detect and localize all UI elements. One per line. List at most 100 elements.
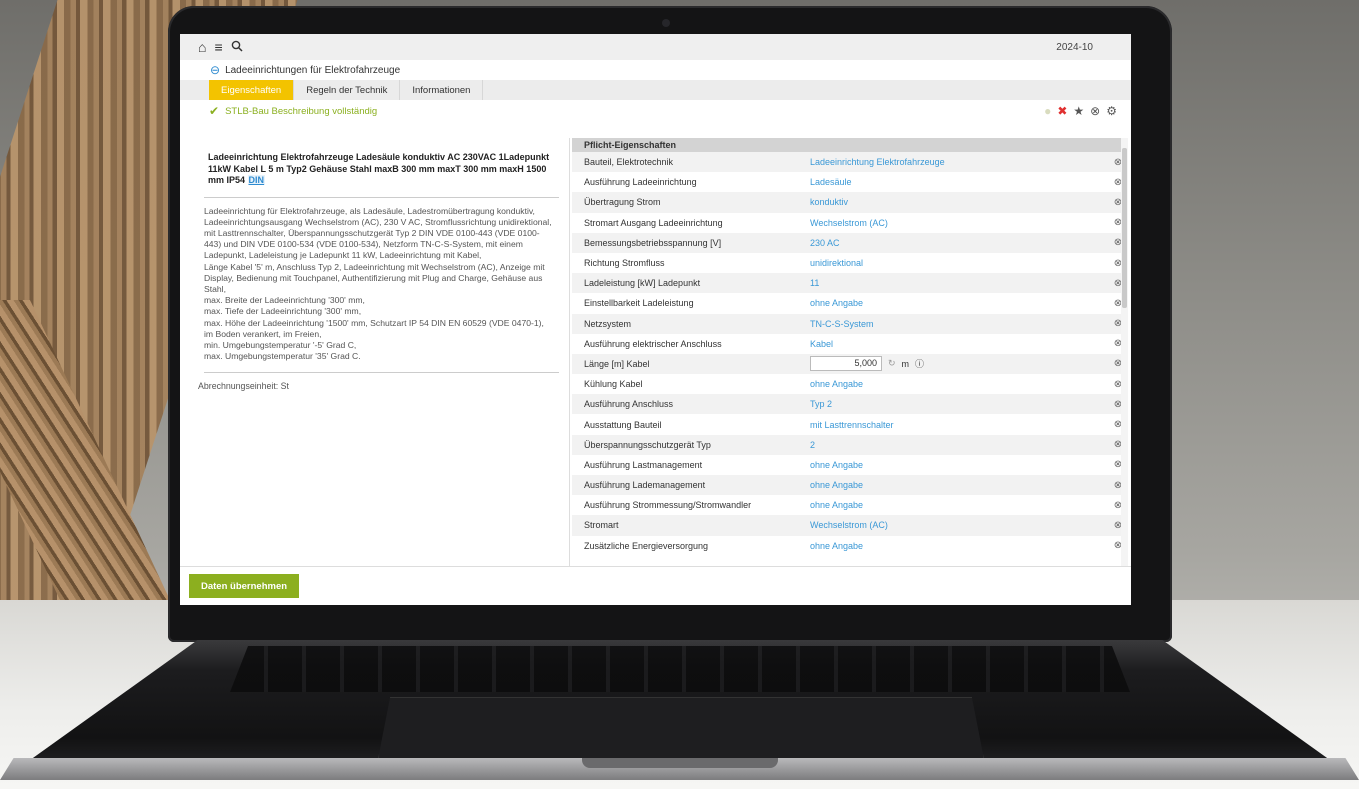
property-value-link[interactable]: ohne Angabe (810, 298, 1108, 308)
info-icon[interactable]: ⓘ (915, 357, 924, 370)
scrollbar-thumb[interactable] (1122, 148, 1127, 308)
toolbar: ● ✖ ★ ⊗ ⚙ (1044, 104, 1117, 118)
save-button[interactable]: Daten übernehmen (189, 574, 300, 598)
property-label: Bemessungsbetriebsspannung [V] (584, 237, 722, 248)
properties-pane: Pflicht-Eigenschaften Bauteil, Elektrote… (570, 138, 1131, 566)
confirm-icon[interactable]: ● (1044, 104, 1051, 118)
property-value-link[interactable]: Wechselstrom (AC) (810, 218, 1108, 228)
breadcrumb: ⊖ Ladeeinrichtungen für Elektrofahrzeuge (180, 60, 1131, 80)
property-label: Ausführung elektrischer Anschluss (584, 338, 722, 349)
properties-list: Bauteil, Elektrotechnik Ladeeinrichtung E… (572, 152, 1131, 556)
property-row[interactable]: Ausstattung Bauteil mit Lasttrennschalter… (572, 414, 1128, 434)
property-row[interactable]: Länge [m] Kabel 5,000 ↻ m ⓘ ⊗ (572, 353, 1128, 375)
main-content: Ladeeinrichtung Elektrofahrzeuge Ladesäu… (180, 138, 1131, 566)
settings-icon[interactable]: ⚙ (1106, 104, 1117, 118)
property-row[interactable]: Ausführung Strommessung/Stromwandler ohne… (572, 495, 1128, 515)
divider (204, 196, 559, 198)
app-screen: ⌂ ≡ 2024-10 ⊖ Ladeeinrichtungen für Elek… (180, 34, 1131, 605)
favorite-icon[interactable]: ★ (1073, 104, 1084, 118)
home-icon[interactable]: ⌂ (198, 39, 206, 55)
unit-label: m (901, 358, 910, 369)
back-arrow-icon[interactable]: ⊖ (210, 63, 220, 77)
property-row[interactable]: Kühlung Kabel ohne Angabe ⊗ (572, 374, 1128, 394)
menu-icon[interactable]: ≡ (214, 39, 222, 55)
property-row[interactable]: Richtung Stromfluss unidirektional ⊗ (572, 253, 1128, 273)
number-field[interactable]: 5,000 ↻ m ⓘ (810, 356, 924, 372)
property-value-link[interactable]: Kabel (810, 339, 1108, 349)
property-value-link[interactable]: ohne Angabe (810, 541, 1108, 551)
property-label: Ausstattung Bauteil (584, 419, 662, 430)
property-value-link[interactable]: Ladesäule (810, 177, 1108, 187)
property-row[interactable]: Übertragung Strom konduktiv ⊗ (572, 192, 1128, 213)
property-label: Ausführung Anschluss (584, 399, 674, 410)
footer: Daten übernehmen (180, 566, 1131, 605)
property-value-link[interactable]: ohne Angabe (810, 500, 1108, 510)
property-value-input[interactable]: 5,000 ↻ m ⓘ (810, 356, 1108, 372)
laptop-keyboard (230, 646, 1130, 692)
property-value-link[interactable]: mit Lasttrennschalter (810, 420, 1108, 430)
tab-regeln-der-technik[interactable]: Regeln der Technik (294, 80, 401, 100)
properties-header: Pflicht-Eigenschaften (572, 138, 1128, 152)
property-label: Übertragung Strom (584, 197, 661, 208)
billing-unit: Abrechnungseinheit: St (198, 381, 289, 392)
property-value-link[interactable]: ohne Angabe (810, 460, 1108, 470)
close-circle-icon[interactable]: ⊗ (1090, 104, 1100, 118)
property-row[interactable]: Ausführung elektrischer Anschluss Kabel ⊗ (572, 334, 1128, 354)
property-row[interactable]: Bemessungsbetriebsspannung [V] 230 AC ⊗ (572, 232, 1128, 253)
tab-informationen[interactable]: Informationen (400, 80, 484, 100)
property-row[interactable]: Überspannungsschutzgerät Typ 2 ⊗ (572, 434, 1128, 455)
property-value-link[interactable]: 11 (810, 278, 1108, 288)
property-row[interactable]: Einstellbarkeit Ladeleistung ohne Angabe ⊗ (572, 293, 1128, 313)
property-value-link[interactable]: ohne Angabe (810, 480, 1108, 490)
tab-bar: Eigenschaften Regeln der Technik Informa… (180, 80, 1131, 100)
property-value-link[interactable]: Ladeeinrichtung Elektrofahrzeuge (810, 157, 1108, 167)
property-value-link[interactable]: unidirektional (810, 258, 1108, 268)
reset-icon[interactable]: ↻ (888, 358, 896, 369)
property-label: Stromart (584, 520, 619, 531)
breadcrumb-label[interactable]: Ladeeinrichtungen für Elektrofahrzeuge (225, 65, 400, 76)
property-row[interactable]: Ausführung Ladeeinrichtung Ladesäule ⊗ (572, 172, 1128, 192)
property-row[interactable]: Ladeleistung [kW] Ladepunkt 11 ⊗ (572, 273, 1128, 294)
property-value-link[interactable]: Wechselstrom (AC) (810, 520, 1108, 530)
property-row[interactable]: Ausführung Lastmanagement ohne Angabe ⊗ (572, 455, 1128, 475)
delete-icon[interactable]: ✖ (1057, 104, 1067, 118)
property-value-link[interactable]: ohne Angabe (810, 379, 1108, 389)
top-bar: ⌂ ≡ 2024-10 (180, 34, 1131, 60)
property-label: Kühlung Kabel (584, 379, 643, 390)
status-row: ✔ STLB-Bau Beschreibung vollständig ● ✖ … (180, 100, 1131, 122)
din-badge[interactable]: DIN (247, 175, 266, 185)
property-label: Ausführung Lademanagement (584, 480, 706, 491)
property-row[interactable]: Ausführung Anschluss Typ 2 ⊗ (572, 394, 1128, 415)
property-value-link[interactable]: TN-C-S-System (810, 319, 1108, 329)
divider (204, 372, 559, 374)
properties-scrollbar[interactable] (1121, 138, 1128, 566)
long-text: Ladeeinrichtung für Elektrofahrzeuge, al… (204, 205, 552, 362)
property-value-link[interactable]: 230 AC (810, 238, 1108, 248)
property-value-link[interactable]: Typ 2 (810, 399, 1108, 409)
property-label: Bauteil, Elektrotechnik (584, 157, 674, 168)
property-row[interactable]: Zusätzliche Energieversorgung ohne Angabe… (572, 536, 1128, 556)
laptop-trackpad (378, 697, 984, 759)
property-label: Einstellbarkeit Ladeleistung (584, 298, 694, 309)
laptop-notch (582, 758, 778, 768)
property-value-link[interactable]: 2 (810, 440, 1108, 450)
property-label: Netzsystem (584, 318, 632, 329)
length-input[interactable]: 5,000 (810, 356, 882, 372)
tab-eigenschaften[interactable]: Eigenschaften (209, 80, 295, 100)
property-row[interactable]: Stromart Ausgang Ladeeinrichtung Wechsels… (572, 213, 1128, 233)
description-pane: Ladeeinrichtung Elektrofahrzeuge Ladesäu… (180, 138, 570, 566)
version-date: 2024-10 (1056, 41, 1093, 53)
status-text: STLB-Bau Beschreibung vollständig (225, 105, 378, 117)
property-row[interactable]: Bauteil, Elektrotechnik Ladeeinrichtung E… (572, 152, 1128, 173)
property-row[interactable]: Stromart Wechselstrom (AC) ⊗ (572, 515, 1128, 536)
check-icon: ✔ (209, 104, 220, 118)
search-icon[interactable] (231, 39, 243, 55)
property-row[interactable]: Netzsystem TN-C-S-System ⊗ (572, 313, 1128, 334)
property-row[interactable]: Ausführung Lademanagement ohne Angabe ⊗ (572, 475, 1128, 496)
status-message: ✔ STLB-Bau Beschreibung vollständig (209, 104, 377, 118)
property-label: Stromart Ausgang Ladeeinrichtung (584, 217, 723, 228)
property-label: Länge [m] Kabel (584, 358, 650, 369)
property-label: Richtung Stromfluss (584, 258, 665, 269)
property-value-link[interactable]: konduktiv (810, 197, 1108, 207)
property-label: Ladeleistung [kW] Ladepunkt (584, 278, 701, 289)
